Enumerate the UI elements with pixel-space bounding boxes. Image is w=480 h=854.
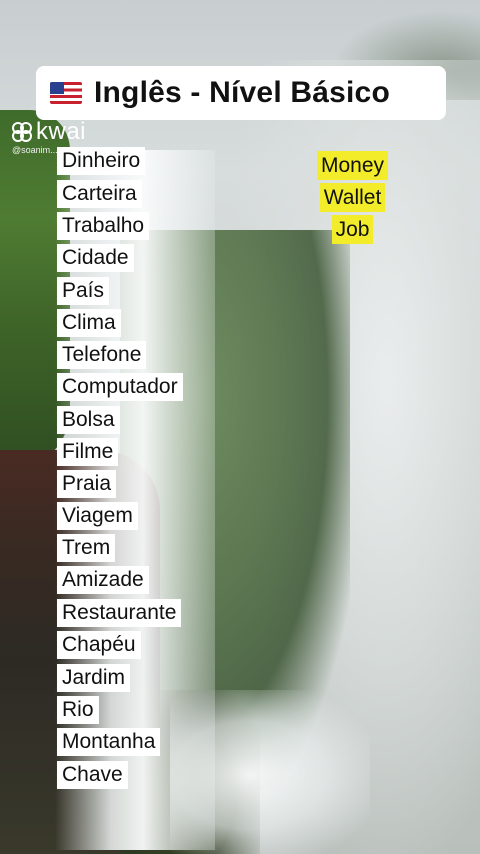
title-banner: Inglês - Nível Básico xyxy=(36,66,446,120)
word-item: Jardim xyxy=(57,664,131,692)
translation-item: Wallet xyxy=(319,183,386,212)
word-item: País xyxy=(57,277,110,305)
translation-item: Job xyxy=(331,215,374,244)
word-item: Trem xyxy=(57,534,116,562)
word-item: Dinheiro xyxy=(57,147,146,175)
page-title: Inglês - Nível Básico xyxy=(94,76,390,109)
word-item: Computador xyxy=(57,373,183,401)
word-item: Chave xyxy=(57,761,128,789)
word-item: Viagem xyxy=(57,502,138,530)
word-item: Carteira xyxy=(57,180,142,208)
word-item: Montanha xyxy=(57,728,161,756)
word-item: Rio xyxy=(57,696,99,724)
kwai-brand-text: kwai xyxy=(36,118,87,145)
word-item: Amizade xyxy=(57,566,149,594)
word-item: Telefone xyxy=(57,341,147,369)
word-item: Clima xyxy=(57,309,121,337)
translation-item: Money xyxy=(317,151,389,180)
word-item: Bolsa xyxy=(57,406,120,434)
word-item: Trabalho xyxy=(57,212,150,240)
word-item: Praia xyxy=(57,470,117,498)
english-translation-list: Money Wallet Job xyxy=(317,151,389,247)
kwai-logo-icon xyxy=(12,122,32,142)
word-item: Restaurante xyxy=(57,599,182,627)
word-item: Chapéu xyxy=(57,631,141,659)
us-flag-icon xyxy=(50,82,82,104)
creator-handle: @soanim... xyxy=(12,145,58,155)
water-splash xyxy=(170,690,370,854)
kwai-watermark: kwai xyxy=(12,118,86,146)
flag-canton xyxy=(50,82,64,94)
word-item: Filme xyxy=(57,438,119,466)
word-item: Cidade xyxy=(57,244,134,272)
